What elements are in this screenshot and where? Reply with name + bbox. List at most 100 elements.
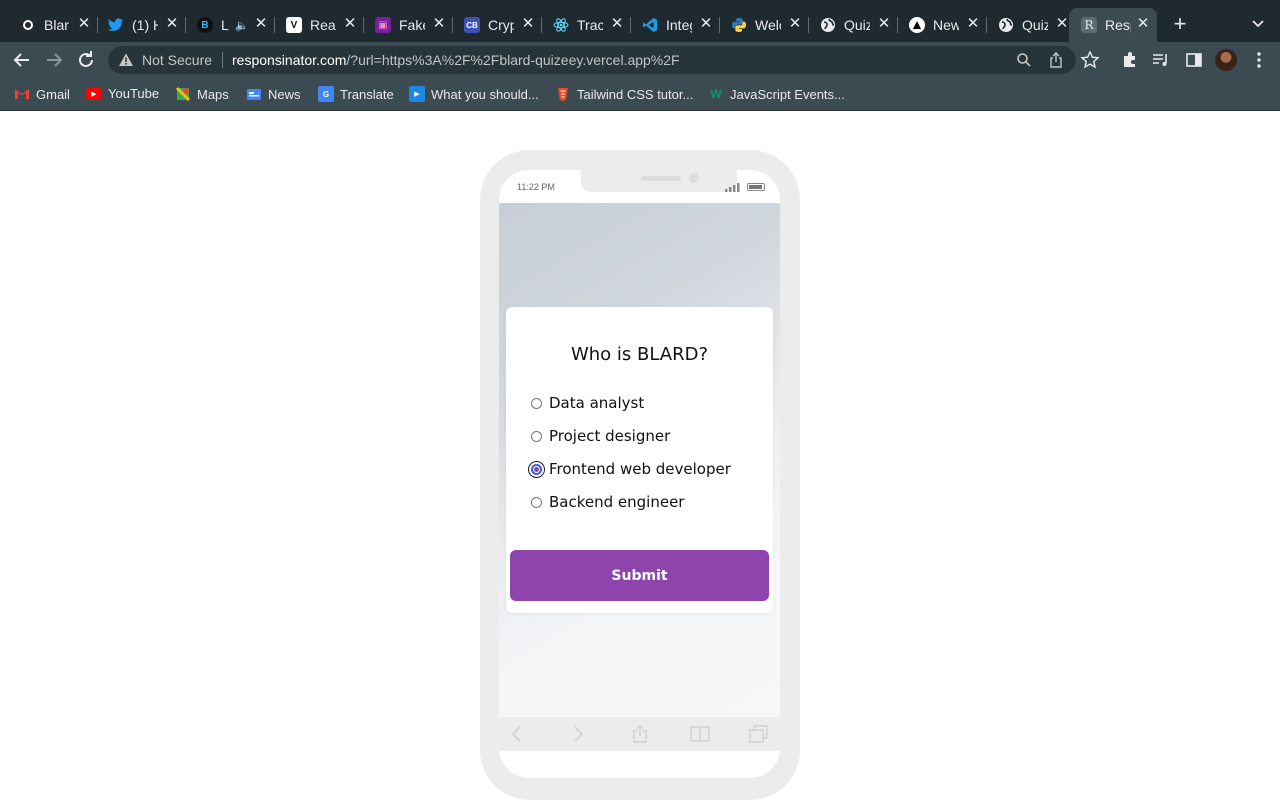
profile-avatar[interactable] [1215,49,1237,71]
url-text[interactable]: responsinator.com/?url=https%3A%2F%2Fbla… [232,52,680,68]
bookmark-label: What you should... [431,86,539,102]
option-backend-engineer[interactable]: Backend engineer [531,493,684,511]
option-label: Frontend web developer [549,460,731,478]
option-project-designer[interactable]: Project designer [531,427,670,445]
back-arrow-icon [511,726,521,742]
bookmark-maps[interactable]: Maps [175,86,229,102]
tab-new[interactable]: New ✕ [889,8,987,42]
tab-reac[interactable]: V Reac ✕ [266,8,364,42]
bookmark-gmail[interactable]: Gmail [14,86,70,102]
bookmark-label: Translate [340,86,394,102]
option-label: Data analyst [549,394,645,412]
phone-notch [581,170,737,192]
tab-bitcoin[interactable]: B L 🔈 ✕ [177,8,275,42]
coin-icon: CB [464,17,480,33]
tab-strip: Blar ✕ (1) H ✕ B L 🔈 ✕ V Reac ✕ ▣ Fake ✕… [0,0,1280,42]
zoom-icon[interactable] [1016,52,1032,68]
v-logo-icon: V [286,17,302,33]
tab-resp-active[interactable]: R Resp ✕ [1069,8,1157,42]
bookmark-label: Tailwind CSS tutor... [577,86,694,102]
status-time: 11:22 PM [517,182,555,192]
tab-github[interactable]: Blar ✕ [0,8,98,42]
radio-button[interactable] [531,397,542,409]
tab-title: Cryp [488,17,514,33]
phone-frame: 11:22 PM Who is BLARD? Data analyst Proj… [480,150,800,800]
tab-welc[interactable]: Welc ✕ [711,8,809,42]
bookmark-label: JavaScript Events... [730,86,845,102]
battery-icon [747,183,765,191]
tab-title: Quiz [844,17,870,33]
bookmark-label: Gmail [36,86,70,102]
tailwind-icon [555,86,571,102]
address-bar[interactable]: Not Secure responsinator.com/?url=https%… [108,46,1076,74]
extensions-icon[interactable] [1120,50,1140,70]
option-data-analyst[interactable]: Data analyst [531,394,644,412]
media-queue-icon[interactable] [1151,50,1171,70]
close-icon[interactable]: ✕ [1054,16,1070,32]
tab-twitter[interactable]: (1) H ✕ [88,8,186,42]
bookmark-translate[interactable]: G Translate [318,86,394,102]
safari-toolbar [499,717,780,751]
signal-icon [725,183,740,192]
bookmark-label: News [268,86,301,102]
reload-icon[interactable] [74,48,98,72]
bookmark-label: Maps [197,86,229,102]
tab-quiz-2[interactable]: Quiz ✕ [978,8,1076,42]
tab-quiz-1[interactable]: Quiz ✕ [800,8,898,42]
tab-title: Reac [310,17,336,33]
bookmark-what-you-should[interactable]: ▶ What you should... [409,86,539,102]
share-icon [633,725,647,743]
speaker-icon[interactable]: 🔈 [235,19,249,32]
bookmark-star-icon[interactable] [1080,50,1100,70]
option-label: Backend engineer [549,493,685,511]
tab-fake[interactable]: ▣ Fake ✕ [355,8,453,42]
react-icon [553,17,569,33]
url-host: responsinator.com [232,52,347,68]
globe-icon [820,17,836,33]
chevron-down-icon[interactable] [1248,14,1268,34]
warning-icon[interactable] [118,52,134,68]
option-frontend-web-developer[interactable]: Frontend web developer [531,460,731,478]
bookmark-youtube[interactable]: ▶ YouTube [86,86,159,101]
tab-title: Trac [577,17,603,33]
tab-title: Fake [399,17,425,33]
radio-button[interactable] [531,430,542,442]
tab-title: Welc [755,17,781,33]
submit-button[interactable]: Submit [510,550,769,601]
menu-kebab-icon[interactable] [1249,50,1269,70]
back-icon[interactable] [10,48,34,72]
tab-title: Quiz [1022,17,1048,33]
bookmark-news[interactable]: News [246,86,301,102]
camera-icon [689,173,699,183]
tab-integ[interactable]: Integ ✕ [622,8,720,42]
vercel-icon [909,17,925,33]
side-panel-icon[interactable] [1184,50,1204,70]
bookmarks-bar: Gmail ▶ YouTube Maps News G Translate ▶ … [0,78,1280,111]
phone-screen: 11:22 PM Who is BLARD? Data analyst Proj… [499,170,780,778]
python-icon [731,17,747,33]
twitter-icon [108,17,124,33]
translate-icon: G [318,86,334,102]
new-tab-button[interactable]: + [1168,12,1192,36]
radio-button[interactable] [531,496,542,508]
tab-trac[interactable]: Trac ✕ [533,8,631,42]
tab-title: (1) H [132,17,158,33]
bitcoin-icon: B [197,17,213,33]
close-icon[interactable]: ✕ [1135,16,1151,32]
gmail-icon [14,86,30,102]
play-icon: ▶ [409,86,425,102]
share-icon[interactable] [1048,52,1064,68]
option-label: Project designer [549,427,671,445]
bookmark-tailwind[interactable]: Tailwind CSS tutor... [555,86,693,102]
quiz-app-viewport: Who is BLARD? Data analyst Project desig… [499,203,780,717]
vscode-icon [642,17,658,33]
forward-icon[interactable] [42,48,66,72]
book-icon [690,726,710,742]
bookmark-javascript-events[interactable]: W JavaScript Events... [708,86,845,102]
app-icon: ▣ [375,17,391,33]
tab-title: Integ [666,17,692,33]
tab-cryp[interactable]: CB Cryp ✕ [444,8,542,42]
radio-button-selected[interactable] [531,463,542,475]
forward-arrow-icon [574,726,584,742]
security-label[interactable]: Not Secure [142,52,212,68]
